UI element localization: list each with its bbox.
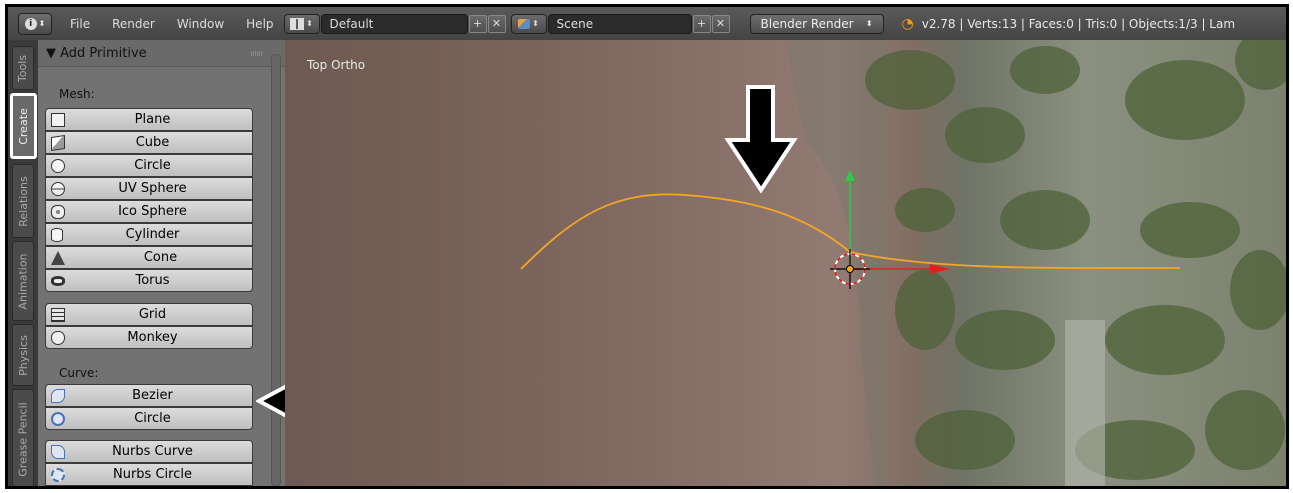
delete-layout-button[interactable]: ✕ — [487, 14, 506, 33]
scene-name: Scene — [556, 16, 594, 31]
add-torus-button[interactable]: Torus — [45, 269, 253, 292]
tab-create-label: Create — [17, 107, 30, 145]
tool-tab-strip: Tools Create Relations Animation Physics… — [8, 40, 39, 486]
add-uv-sphere-button[interactable]: UV Sphere — [45, 177, 253, 200]
menu-file[interactable]: File — [70, 17, 90, 31]
add-cylinder-button[interactable]: Cylinder — [45, 223, 253, 246]
updown-icon: ⬍ — [306, 19, 313, 28]
add-ico-sphere-button[interactable]: Ico Sphere — [45, 200, 253, 223]
add-cone-button[interactable]: Cone — [45, 246, 253, 269]
add-path-button[interactable] — [45, 486, 253, 489]
bezier-icon — [51, 388, 65, 403]
circle-icon — [51, 158, 65, 173]
plane-icon — [51, 112, 65, 127]
tab-tools[interactable]: Tools — [12, 46, 34, 90]
editor-type-button[interactable]: i ⬍ — [18, 12, 52, 35]
tab-relations[interactable]: Relations — [12, 164, 34, 238]
add-bezier-button[interactable]: Bezier — [45, 384, 253, 407]
tab-physics[interactable]: Physics — [12, 324, 34, 386]
cube-icon — [51, 134, 65, 151]
3d-viewport[interactable]: Top Ortho — [285, 40, 1286, 486]
info-icon: i — [24, 17, 37, 30]
viewport-title: Top Ortho — [307, 58, 366, 72]
ico-sphere-icon — [51, 204, 65, 219]
info-header: i ⬍ File Render Window Help ⬍ Default + … — [8, 7, 1286, 41]
button-label: UV Sphere — [118, 181, 187, 196]
add-curve-circle-button[interactable]: Circle — [45, 407, 253, 430]
button-label: Torus — [135, 273, 170, 288]
blender-window: i ⬍ File Render Window Help ⬍ Default + … — [5, 4, 1289, 489]
scene-icon — [518, 18, 531, 29]
tab-physics-label: Physics — [16, 334, 30, 376]
add-grid-button[interactable]: Grid — [45, 303, 253, 326]
monkey-icon — [51, 330, 65, 345]
tab-grease-pencil[interactable]: Grease Pencil — [12, 389, 34, 486]
nurbs-curve-icon — [51, 444, 65, 459]
grid-icon — [51, 307, 65, 322]
scene-selector[interactable]: ⬍ — [510, 13, 547, 34]
button-label: Circle — [134, 158, 171, 173]
curve-label: Curve: — [59, 366, 99, 380]
add-layout-button[interactable]: + — [468, 14, 487, 33]
button-label: Ico Sphere — [118, 204, 187, 219]
menu-help[interactable]: Help — [246, 17, 273, 31]
add-primitive-header[interactable]: ▼ Add Primitive — [38, 40, 285, 67]
drag-grip-icon[interactable] — [251, 51, 263, 56]
tab-relations-label: Relations — [16, 175, 30, 227]
panel-title: ▼ Add Primitive — [46, 45, 147, 61]
render-engine-value: Blender Render — [760, 16, 854, 31]
layout-selector[interactable]: ⬍ — [283, 13, 320, 34]
add-nurbs-curve-button[interactable]: Nurbs Curve — [45, 440, 253, 463]
add-cube-button[interactable]: Cube — [45, 131, 253, 154]
add-nurbs-circle-button[interactable]: Nurbs Circle — [45, 463, 253, 486]
layout-icon — [290, 17, 305, 30]
tab-animation[interactable]: Animation — [12, 241, 34, 321]
delete-scene-button[interactable]: ✕ — [711, 14, 730, 33]
curve-circle-icon — [51, 411, 65, 426]
button-label: Circle — [134, 411, 171, 426]
button-label: Plane — [134, 112, 171, 127]
button-label: Bezier — [132, 388, 173, 403]
layout-name: Default — [329, 16, 374, 31]
tool-shelf: ▼ Add Primitive Mesh: Plane Cube Circle … — [38, 40, 383, 489]
tab-animation-label: Animation — [16, 252, 30, 310]
add-monkey-button[interactable]: Monkey — [45, 326, 253, 349]
blender-logo-icon: ◔ — [901, 15, 914, 32]
uv-sphere-icon — [51, 181, 65, 196]
updown-icon: ⬍ — [532, 19, 539, 28]
button-label: Grid — [138, 307, 167, 322]
button-label: Cone — [143, 250, 178, 265]
updown-icon: ⬍ — [38, 19, 46, 28]
background-image — [520, 40, 1286, 486]
cylinder-icon — [51, 227, 63, 242]
tab-tools-label: Tools — [16, 54, 30, 82]
render-engine-dropdown[interactable]: Blender Render ⬍ — [749, 13, 884, 34]
tab-create[interactable]: Create — [10, 93, 37, 159]
torus-icon — [51, 275, 65, 286]
layout-name-field[interactable]: Default — [320, 13, 468, 34]
button-label: Nurbs Curve — [112, 444, 193, 459]
scene-name-field[interactable]: Scene — [547, 13, 692, 34]
add-plane-button[interactable]: Plane — [45, 108, 253, 131]
tab-grease-pencil-label: Grease Pencil — [16, 401, 30, 477]
add-circle-button[interactable]: Circle — [45, 154, 253, 177]
menu-render[interactable]: Render — [112, 17, 155, 31]
cone-icon — [51, 250, 65, 265]
nurbs-circle-icon — [51, 467, 65, 482]
add-scene-button[interactable]: + — [692, 14, 711, 33]
menu-window[interactable]: Window — [177, 17, 224, 31]
button-label: Cube — [135, 135, 170, 150]
updown-icon: ⬍ — [865, 19, 873, 28]
scene-stats: v2.78 | Verts:13 | Faces:0 | Tris:0 | Ob… — [921, 16, 1236, 31]
button-label: Cylinder — [125, 227, 180, 242]
mesh-label: Mesh: — [59, 87, 95, 101]
button-label: Nurbs Circle — [113, 467, 192, 482]
button-label: Monkey — [127, 330, 178, 345]
